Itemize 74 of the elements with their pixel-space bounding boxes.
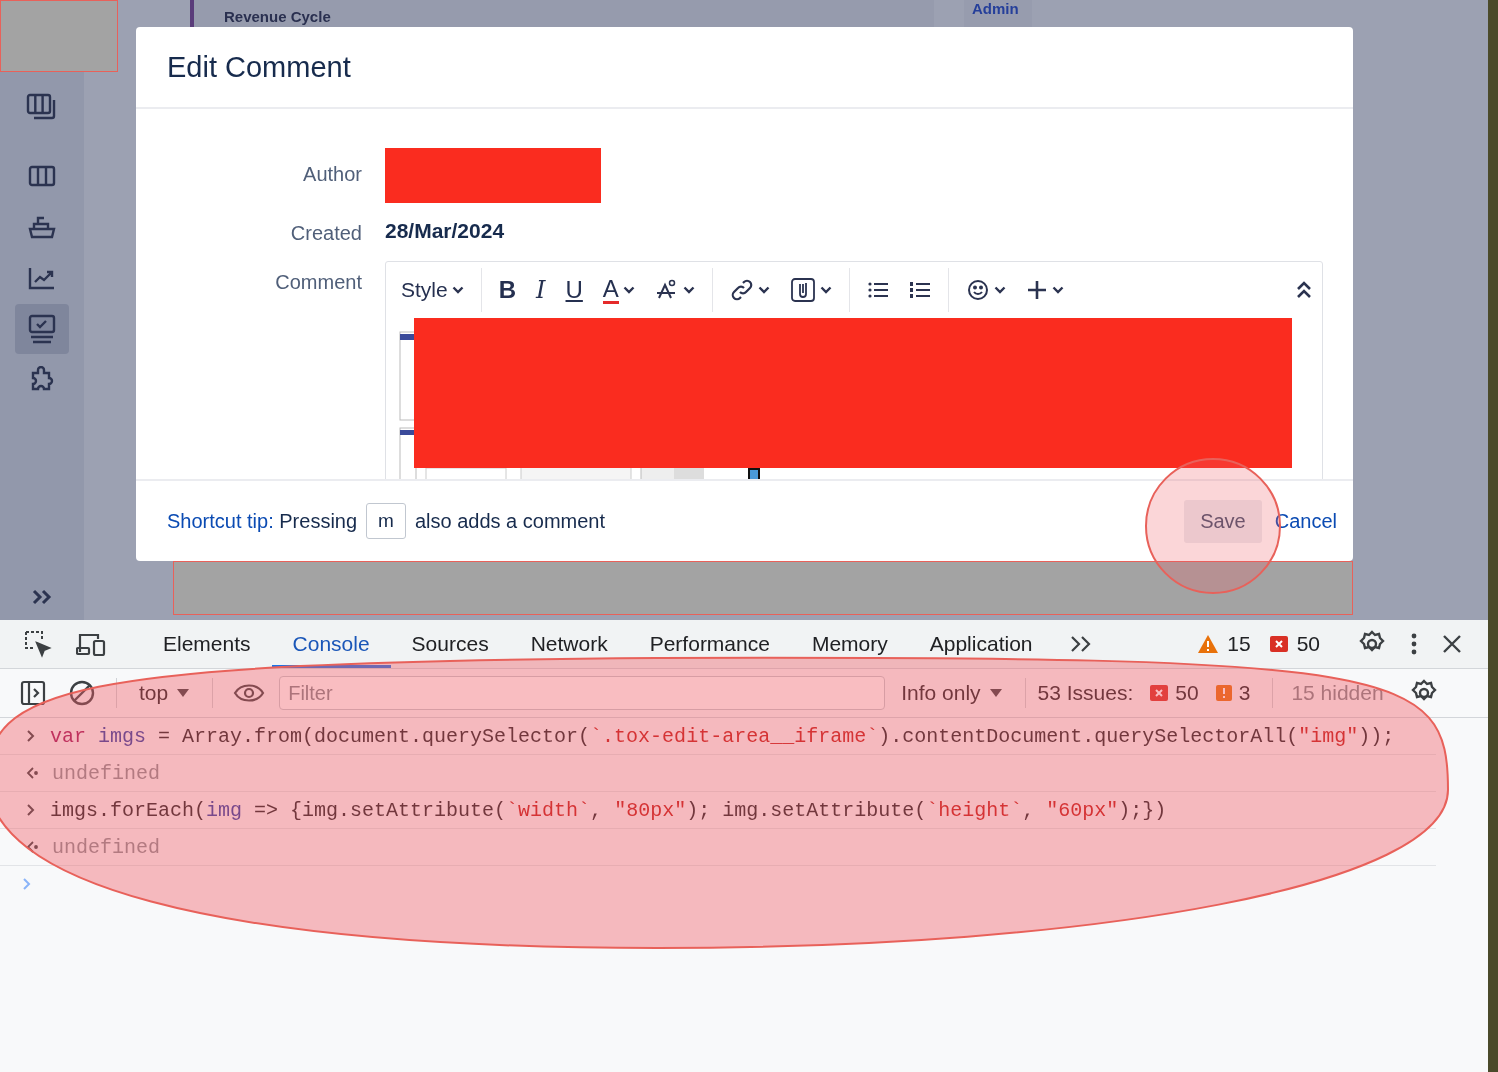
caret-icon [993,286,1006,294]
caret-icon [1051,286,1064,294]
caret-icon [819,286,832,294]
issues-error-count: 50 [1175,681,1199,705]
shortcut-tip-text: also adds a comment [414,509,606,533]
close-icon[interactable] [1442,634,1462,654]
color-button[interactable]: A [595,271,642,309]
collapse-icon[interactable] [1296,281,1312,299]
caret-icon [682,286,695,294]
background-text: Revenue Cycle [224,8,332,25]
warning-icon [1197,634,1220,654]
eye-icon[interactable] [233,683,266,703]
devtools-tab[interactable]: Network [509,620,629,668]
italic-button[interactable]: I [529,272,553,308]
caret-icon [451,286,464,294]
comment-editor[interactable]: Style B I U A [385,261,1323,479]
underline-button[interactable]: U [558,272,590,308]
field-label: Comment [274,271,362,294]
save-button[interactable]: Save [1184,499,1262,543]
caret-icon [622,286,635,294]
output-arrow-icon [26,766,38,780]
double-chevron-icon[interactable] [32,589,52,605]
columns-stack-icon [26,93,58,121]
devtools-tab[interactable]: Elements [142,620,272,668]
field-label: Author [302,163,362,186]
caret-icon [757,286,770,294]
bullet-list-icon [866,280,889,300]
console-line: imgs.forEach(img => {img.setAttribute(`width`, "80px"); img.setAttribute(`height`, "60px");}) [50,798,1167,822]
devtools-tab[interactable]: Performance [628,620,791,668]
output-arrow-icon [26,840,38,854]
bold-button[interactable]: B [491,272,524,308]
devtools-tab[interactable]: Application [908,620,1054,668]
link-icon [729,278,754,302]
console-line: var imgs = Array.from(document.querySelector(`.tox-edit-area__iframe`).contentDocument.querySelectorAll("img")); [50,724,1395,748]
warning-icon [1214,684,1233,702]
field-value: 28/Mar/2024 [385,219,506,243]
shortcut-tip: Shortcut tip: Pressing [167,509,358,533]
key-hint: m [366,503,406,539]
caret-icon [176,688,191,698]
smiley-icon [965,278,990,302]
filter-field[interactable]: Filter [279,676,886,710]
field-label: Created [289,222,362,245]
log-level-dropdown[interactable]: Info only [891,681,1013,705]
caret-icon [988,688,1003,698]
columns-icon [28,165,56,187]
boat-icon [28,215,56,239]
console-line: undefined [52,835,161,859]
error-icon [1268,635,1289,653]
context-dropdown[interactable]: top [129,681,201,705]
input-chevron-icon [26,803,36,817]
issues-label: 53 Issues: [1037,681,1134,705]
devtools-tab[interactable]: Sources [390,620,510,668]
error-count: 50 [1296,632,1320,656]
paperclip-icon [789,277,816,303]
hidden-count: 15 hidden [1291,681,1384,705]
numbered-list-icon [908,280,931,300]
monitor-nav-item[interactable] [15,304,69,354]
line-chart-icon [28,266,56,290]
devtools-tab[interactable]: Console [271,620,391,668]
console-line: undefined [52,761,161,785]
clear-console-icon[interactable] [68,679,96,707]
issues-warning-count: 3 [1238,681,1251,705]
sidebar-toggle-icon[interactable] [20,680,46,706]
style-button[interactable]: Style [394,274,471,306]
device-toggle-icon[interactable] [76,632,106,656]
monitor-check-icon [28,314,56,344]
devtools-tab[interactable]: Memory [790,620,909,668]
plus-icon [1025,279,1048,301]
dialog-title: Edit Comment [167,50,351,84]
error-icon [1149,684,1170,702]
input-chevron-icon [26,729,36,743]
more-options-icon[interactable] [1410,632,1418,656]
inspect-icon[interactable] [24,630,52,658]
warning-count: 15 [1227,632,1251,656]
